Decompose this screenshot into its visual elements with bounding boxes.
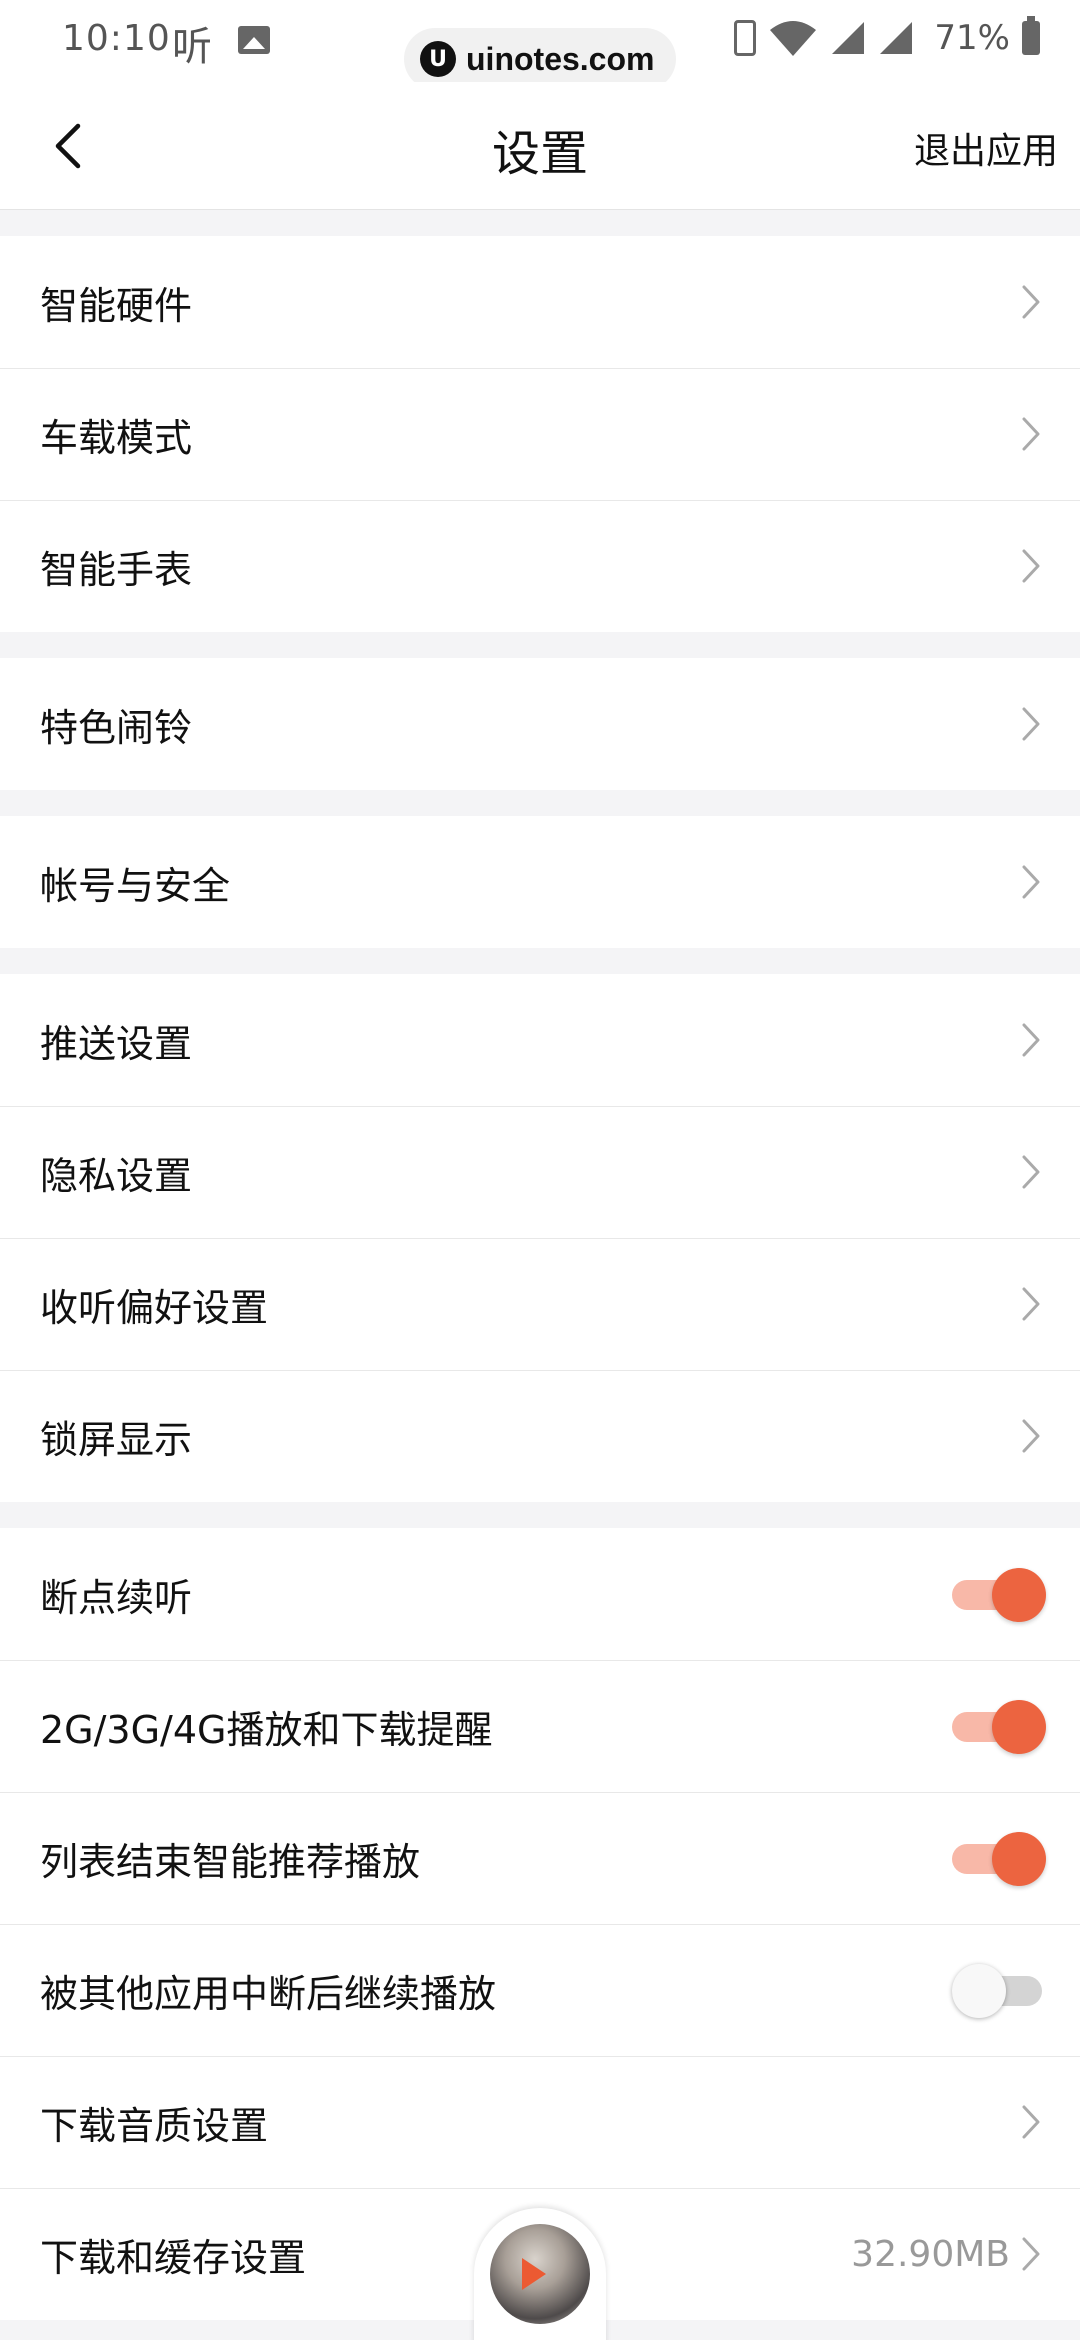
settings-row[interactable]: 收听偏好设置 [0,1238,1080,1370]
settings-group: 特色闹铃 [0,658,1080,790]
settings-row[interactable]: 下载音质设置 [0,2056,1080,2188]
settings-row-label: 下载音质设置 [40,2103,269,2148]
status-time: 10:10 [62,18,171,59]
exit-app-button[interactable]: 退出应用 [914,122,1058,174]
chevron-right-icon [1022,285,1040,319]
battery-icon [1022,16,1040,55]
image-notification-icon [238,26,270,54]
settings-row[interactable]: 列表结束智能推荐播放 [0,1792,1080,1924]
toggle-switch[interactable] [952,1698,1048,1754]
settings-list: 智能硬件车载模式智能手表特色闹铃帐号与安全推送设置隐私设置收听偏好设置 锁屏显示断… [0,210,1080,2320]
settings-row-label: 锁屏显示 [40,1417,193,1462]
watermark-text: uinotes.com [466,40,655,77]
wifi-icon [770,21,817,56]
chevron-right-icon [1022,2237,1040,2271]
settings-row-label: 2G/3G/4G播放和下载提醒 [40,1707,493,1752]
toggle-switch[interactable] [952,1566,1048,1622]
settings-row-label: 推送设置 [40,1021,193,1066]
settings-row[interactable]: 帐号与安全 [0,816,1080,948]
settings-group: 帐号与安全 [0,816,1080,948]
settings-row-label: 智能硬件 [40,283,193,328]
settings-row[interactable]: 推送设置 [0,974,1080,1106]
settings-group: 推送设置隐私设置收听偏好设置 锁屏显示 [0,974,1080,1502]
settings-row[interactable]: 智能手表 [0,500,1080,632]
chevron-right-icon [1022,865,1040,899]
app-notification-icon: 听 [172,24,212,70]
mini-player[interactable] [474,2208,606,2340]
chevron-right-icon [1022,1419,1040,1453]
settings-row[interactable]: 隐私设置 [0,1106,1080,1238]
signal-icon [832,22,865,54]
signal-icon-2 [880,22,913,54]
settings-row-value: 32.90MB [851,2233,1010,2275]
settings-row-label: 列表结束智能推荐播放 [40,1839,421,1884]
settings-row[interactable]: 被其他应用中断后继续播放 [0,1924,1080,2056]
chevron-right-icon [1022,1023,1040,1057]
settings-row-label: 车载模式 [40,415,193,460]
chevron-right-icon [1022,417,1040,451]
settings-row[interactable]: 2G/3G/4G播放和下载提醒 [0,1660,1080,1792]
play-icon[interactable] [522,2258,546,2290]
url-watermark: U uinotes.com [404,28,676,90]
toggle-switch[interactable] [952,1830,1048,1886]
settings-row-label: 帐号与安全 [40,863,231,908]
chevron-right-icon [1022,1155,1040,1189]
status-bar: 10:10 听 U uinotes.com 71% [0,0,1080,90]
toggle-knob [992,1832,1046,1886]
toggle-knob [992,1700,1046,1754]
settings-row-label: 智能手表 [40,547,193,592]
settings-row[interactable]: 车载模式 [0,368,1080,500]
settings-row-label: 被其他应用中断后继续播放 [40,1971,497,2016]
settings-row-label: 收听偏好设置 [40,1285,269,1330]
settings-group: 断点续听 2G/3G/4G播放和下载提醒 列表结束智能推荐播放被其他应用中断后继续播… [0,1528,1080,2320]
chevron-right-icon [1022,707,1040,741]
toggle-knob [992,1568,1046,1622]
settings-row-label: 断点续听 [40,1575,193,1620]
settings-row[interactable]: 锁屏显示 [0,1370,1080,1502]
settings-row[interactable]: 智能硬件 [0,236,1080,368]
settings-row-label: 下载和缓存设置 [40,2235,307,2280]
toggle-knob [952,1964,1006,2018]
nav-header: 设置 退出应用 [0,82,1080,210]
chevron-right-icon [1022,549,1040,583]
settings-row[interactable]: 断点续听 [0,1528,1080,1660]
status-icons: 71% [734,16,1040,58]
vibrate-icon [734,20,757,56]
toggle-switch[interactable] [952,1962,1048,2018]
settings-group: 智能硬件车载模式智能手表 [0,236,1080,632]
chevron-right-icon [1022,2105,1040,2139]
settings-row-label: 特色闹铃 [40,705,193,750]
settings-row[interactable]: 特色闹铃 [0,658,1080,790]
battery-percent: 71% [934,18,1010,58]
settings-row-label: 隐私设置 [40,1153,193,1198]
chevron-right-icon [1022,1287,1040,1321]
watermark-logo-icon: U [420,41,456,77]
